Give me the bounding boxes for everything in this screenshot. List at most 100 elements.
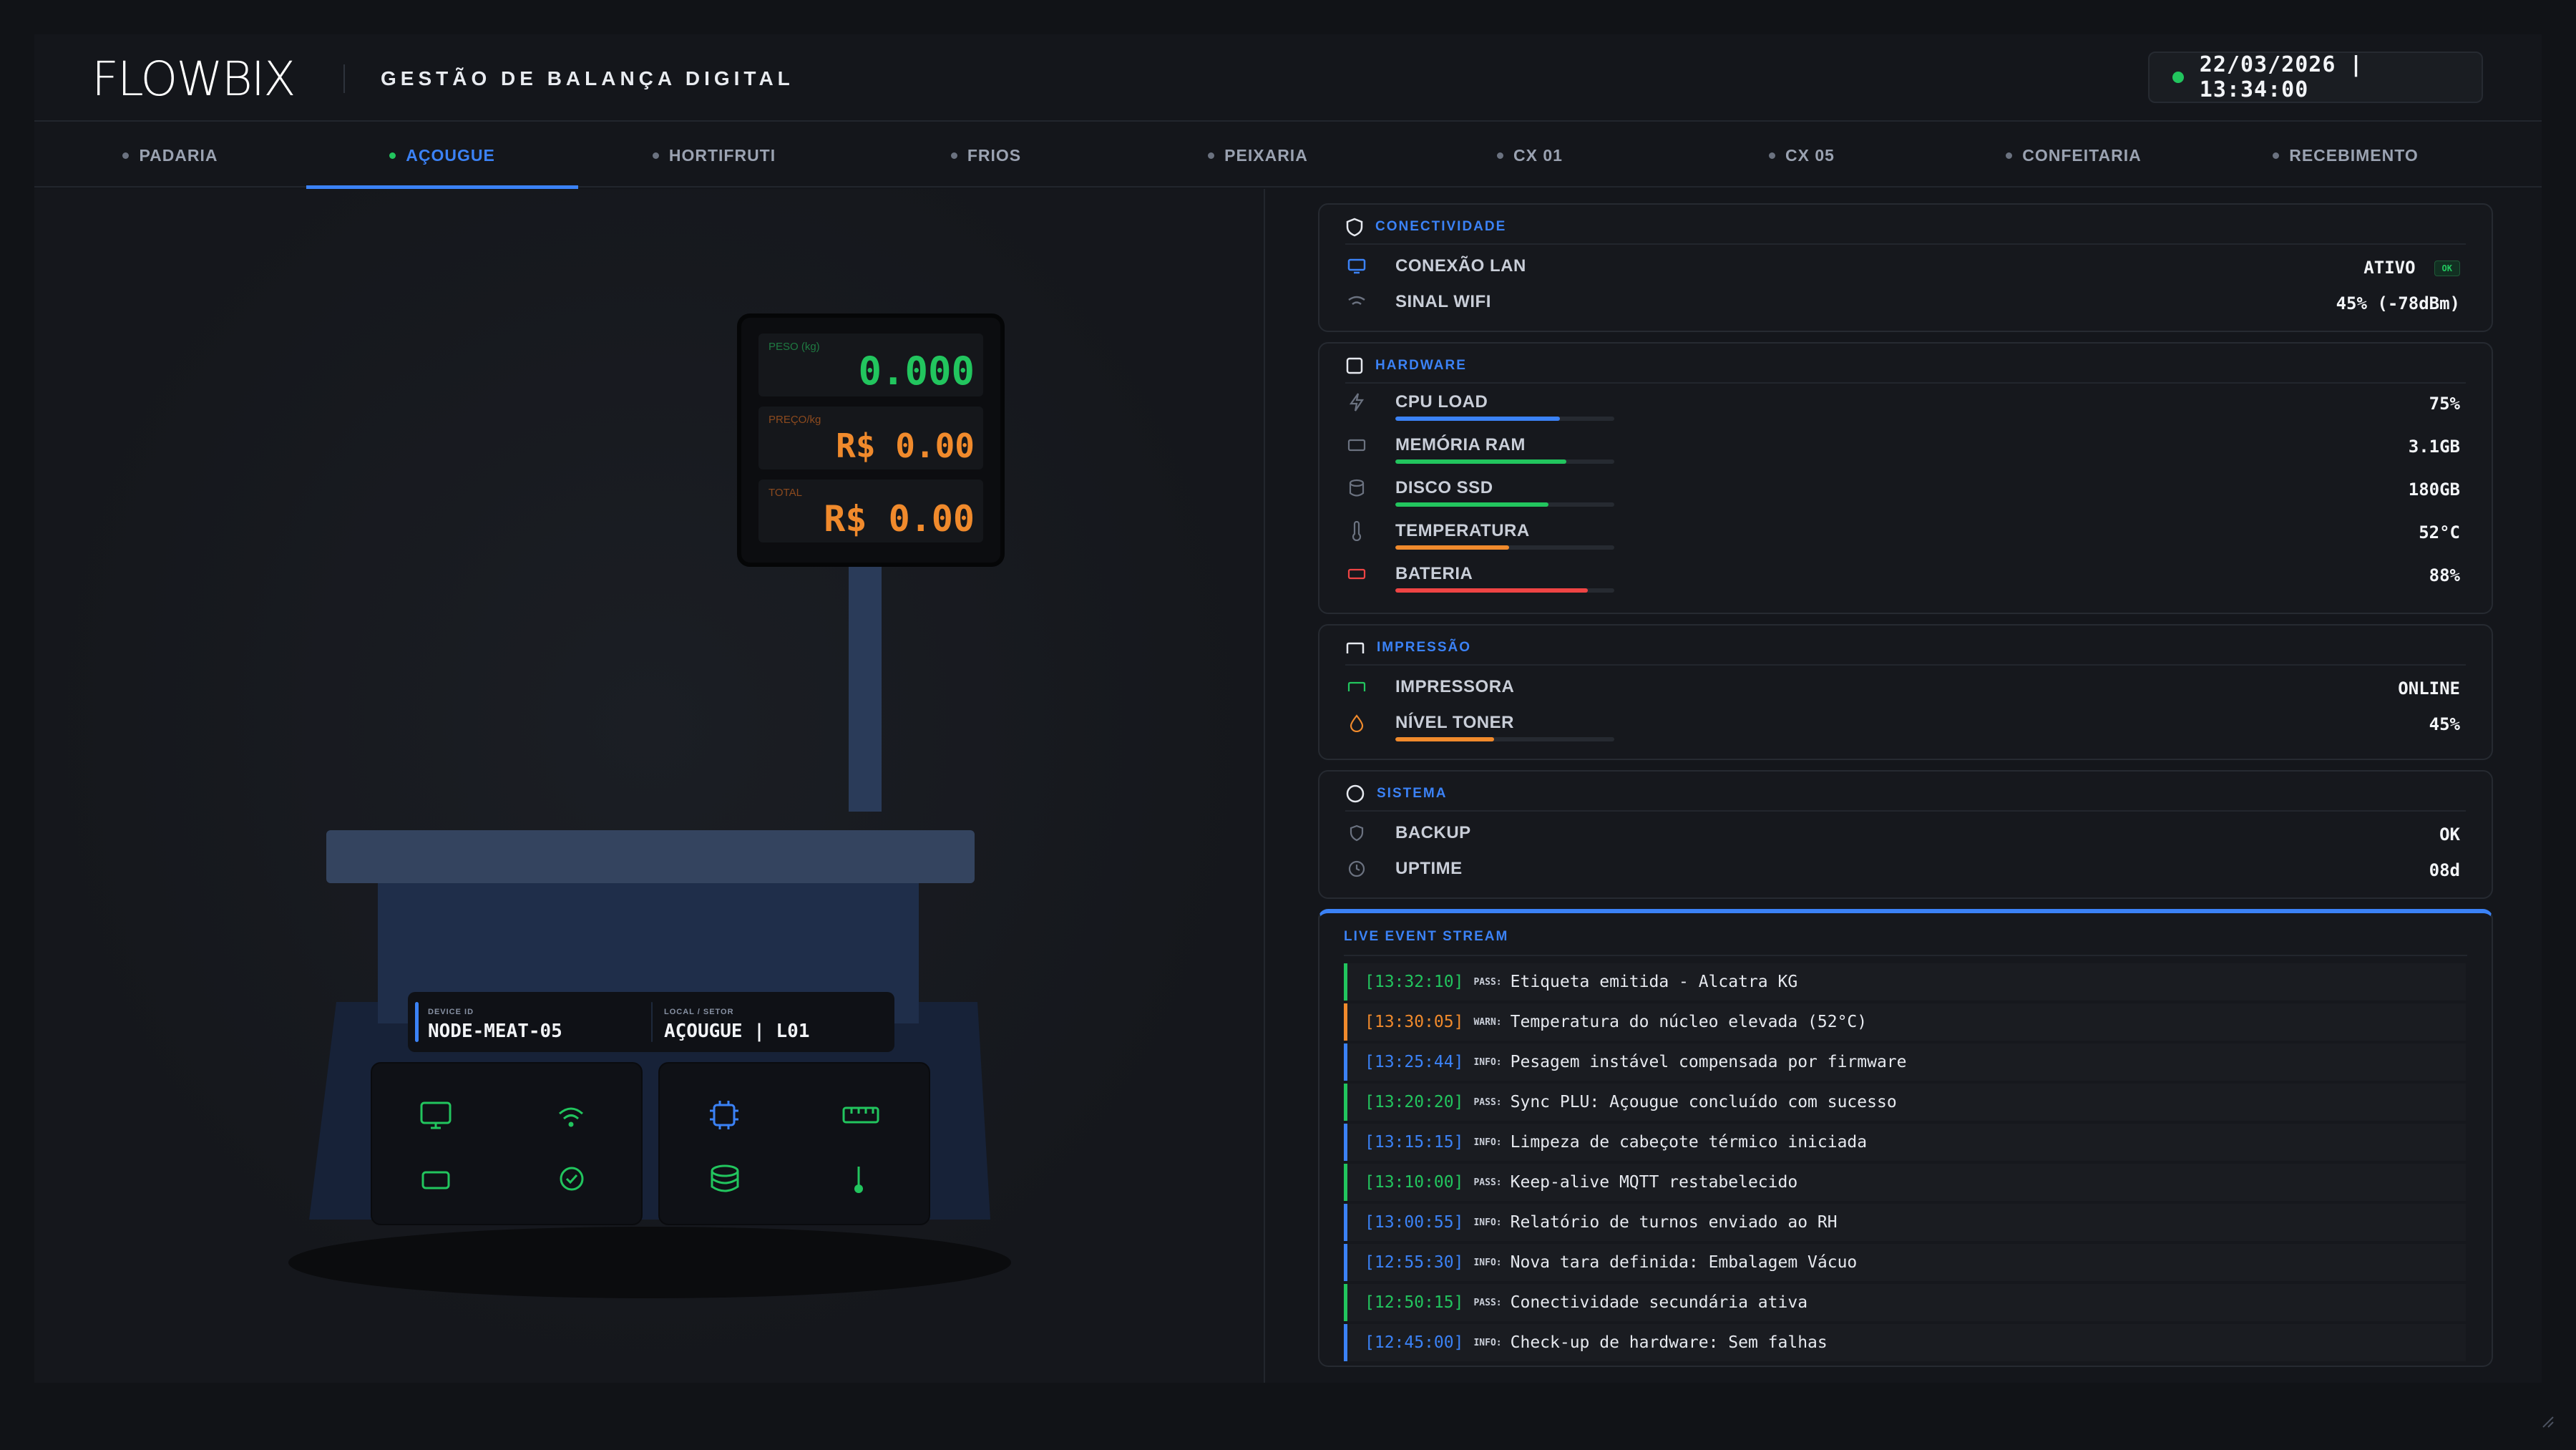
tab-acougue[interactable]: AÇOUGUE — [306, 123, 578, 189]
device-info-panel: DEVICE ID NODE-MEAT-05 LOCAL / SETOR AÇO… — [408, 992, 894, 1052]
lan-status-text: ATIVO — [2363, 258, 2416, 278]
battery-row: BATERIA 88% — [1345, 560, 2460, 593]
tab-label: PADARIA — [139, 145, 218, 165]
connectivity-panel: CONECTIVIDADE CONEXÃO LAN ATIVO OK SINAL … — [1318, 203, 2493, 332]
tab-label: RECEBIMENTO — [2289, 145, 2419, 165]
event-message: Temperatura do núcleo elevada (52°C) — [1510, 1013, 1868, 1031]
toner-bar-fill — [1395, 737, 1494, 741]
hardware-panel: HARDWARE CPU LOAD 75% MEMÓRIA RAM 3.1GB … — [1318, 342, 2493, 614]
event-row[interactable]: [12:55:30] INFO: Nova tara definida: Embal… — [1344, 1244, 2466, 1281]
device-id-block: DEVICE ID NODE-MEAT-05 — [408, 992, 644, 1052]
printer-value: ONLINE — [2398, 678, 2460, 699]
battery-value: 88% — [2429, 565, 2460, 585]
uptime-value: 08d — [2429, 860, 2460, 880]
monitor-icon — [1345, 255, 1368, 278]
event-message: Limpeza de cabeçote térmico iniciada — [1510, 1133, 1868, 1152]
event-row[interactable]: [13:00:55] INFO: Relatório de turnos envia… — [1344, 1204, 2466, 1241]
connectivity-title: CONECTIVIDADE — [1375, 219, 1507, 234]
temperature-bar-fill — [1395, 545, 1510, 550]
event-row[interactable]: [13:30:05] WARN: Temperatura do núcleo ele… — [1344, 1003, 2466, 1041]
event-row[interactable]: [13:15:15] INFO: Limpeza de cabeçote térmi… — [1344, 1124, 2466, 1161]
cpu-bar — [1395, 417, 1614, 421]
total-value: R$ 0.00 — [824, 498, 975, 540]
event-time: [13:10:00] — [1365, 1173, 1464, 1192]
tab-label: HORTIFRUTI — [668, 145, 776, 165]
event-row[interactable]: [12:50:15] PASS: Conectividade secundária … — [1344, 1284, 2466, 1321]
check-circle-icon — [560, 1167, 584, 1191]
thermometer-icon — [1345, 520, 1368, 542]
uptime-label: UPTIME — [1395, 859, 1463, 878]
event-message: Pesagem instável compensada por firmware — [1510, 1053, 1907, 1071]
sector-tabs: PADARIA AÇOUGUE HORTIFRUTI FRIOS PEIXARI… — [34, 123, 2542, 189]
wifi-icon — [1345, 291, 1368, 313]
tab-recebimento[interactable]: RECEBIMENTO — [2210, 123, 2482, 188]
location-label: LOCAL / SETOR — [664, 1008, 734, 1016]
cpu-label: CPU LOAD — [1395, 392, 1488, 412]
lan-value: ATIVO OK — [2363, 258, 2460, 278]
monitor-icon — [420, 1101, 452, 1129]
scale-pole — [849, 561, 882, 812]
disk-icon — [1345, 477, 1368, 500]
battery-label: BATERIA — [1395, 564, 1473, 583]
tab-peixaria[interactable]: PEIXARIA — [1122, 123, 1394, 188]
toner-label: NÍVEL TONER — [1395, 713, 1514, 732]
scale-display: PESO (kg) 0.000 PREÇO/kg R$ 0.00 TOTAL R… — [737, 313, 1005, 567]
disk-bar — [1395, 502, 1614, 507]
uptime-row: UPTIME 08d — [1345, 855, 2460, 883]
event-row[interactable]: [13:20:20] PASS: Sync PLU: Açougue concluí… — [1344, 1084, 2466, 1121]
printing-title: IMPRESSÃO — [1377, 640, 1472, 655]
tab-cx-01[interactable]: CX 01 — [1394, 123, 1666, 188]
disk-row: DISCO SSD 180GB — [1345, 474, 2460, 507]
tab-label: FRIOS — [967, 145, 1022, 165]
shield-icon — [1346, 218, 1363, 237]
live-event-stream[interactable]: LIVE EVENT STREAM [13:32:10] PASS: Etiquet… — [1318, 909, 2493, 1367]
event-level: PASS: — [1473, 1096, 1502, 1108]
hardware-header: HARDWARE — [1345, 354, 1467, 378]
panel-divider — [1345, 382, 2466, 384]
event-level: INFO: — [1473, 1257, 1502, 1268]
tab-frios[interactable]: FRIOS — [850, 123, 1122, 188]
event-row[interactable]: [13:25:44] INFO: Pesagem instável compensa… — [1344, 1043, 2466, 1081]
circle-icon — [1346, 784, 1365, 803]
disk-value: 180GB — [2408, 480, 2460, 500]
tab-dot-icon — [950, 152, 957, 159]
wifi-value: 45% (-78dBm) — [2336, 293, 2460, 313]
event-message: Sync PLU: Açougue concluído com sucesso — [1510, 1093, 1897, 1111]
cpu-row: CPU LOAD 75% — [1345, 388, 2460, 421]
system-title: SISTEMA — [1377, 786, 1448, 801]
tab-confeitaria[interactable]: CONFEITARIA — [1938, 123, 2210, 188]
status-icons-right — [658, 1062, 930, 1225]
hardware-title: HARDWARE — [1375, 358, 1467, 373]
event-level: INFO: — [1473, 1337, 1502, 1348]
event-time: [13:25:44] — [1365, 1053, 1464, 1071]
tab-label: CONFEITARIA — [2022, 145, 2142, 165]
event-row[interactable]: [12:45:00] INFO: Check-up de hardware: Sem… — [1344, 1324, 2466, 1361]
device-id-label: DEVICE ID — [428, 1008, 474, 1016]
tab-label: AÇOUGUE — [406, 145, 495, 165]
resize-grip-icon[interactable] — [2540, 1414, 2555, 1429]
event-message: Check-up de hardware: Sem falhas — [1510, 1333, 1828, 1352]
tab-dot-icon — [389, 152, 396, 159]
tab-dot-icon — [122, 152, 130, 159]
event-row[interactable]: [13:32:10] PASS: Etiqueta emitida - Alcatr… — [1344, 963, 2466, 1001]
event-time: [13:15:15] — [1365, 1133, 1464, 1152]
datetime-text: 22/03/2026 | 13:34:00 — [2199, 52, 2363, 102]
tab-dot-icon — [2006, 152, 2013, 159]
toner-value: 45% — [2429, 714, 2460, 734]
event-level: INFO: — [1473, 1217, 1502, 1228]
event-time: [12:55:30] — [1365, 1253, 1464, 1272]
memory-icon — [421, 1171, 450, 1189]
thermometer-icon — [854, 1167, 863, 1193]
tab-padaria[interactable]: PADARIA — [34, 123, 306, 188]
tab-hortifruti[interactable]: HORTIFRUTI — [578, 123, 850, 188]
ram-value: 3.1GB — [2408, 437, 2460, 457]
event-time: [13:32:10] — [1365, 973, 1464, 991]
status-dot-icon — [2172, 72, 2184, 83]
total-row: TOTAL R$ 0.00 — [758, 480, 983, 542]
event-row[interactable]: [13:10:00] PASS: Keep-alive MQTT restabele… — [1344, 1164, 2466, 1201]
disk-label: DISCO SSD — [1395, 478, 1493, 497]
event-message: Relatório de turnos enviado ao RH — [1510, 1213, 1838, 1232]
tab-cx-05[interactable]: CX 05 — [1666, 123, 1938, 188]
stream-title: LIVE EVENT STREAM — [1344, 929, 1509, 944]
printer-label: IMPRESSORA — [1395, 677, 1515, 696]
